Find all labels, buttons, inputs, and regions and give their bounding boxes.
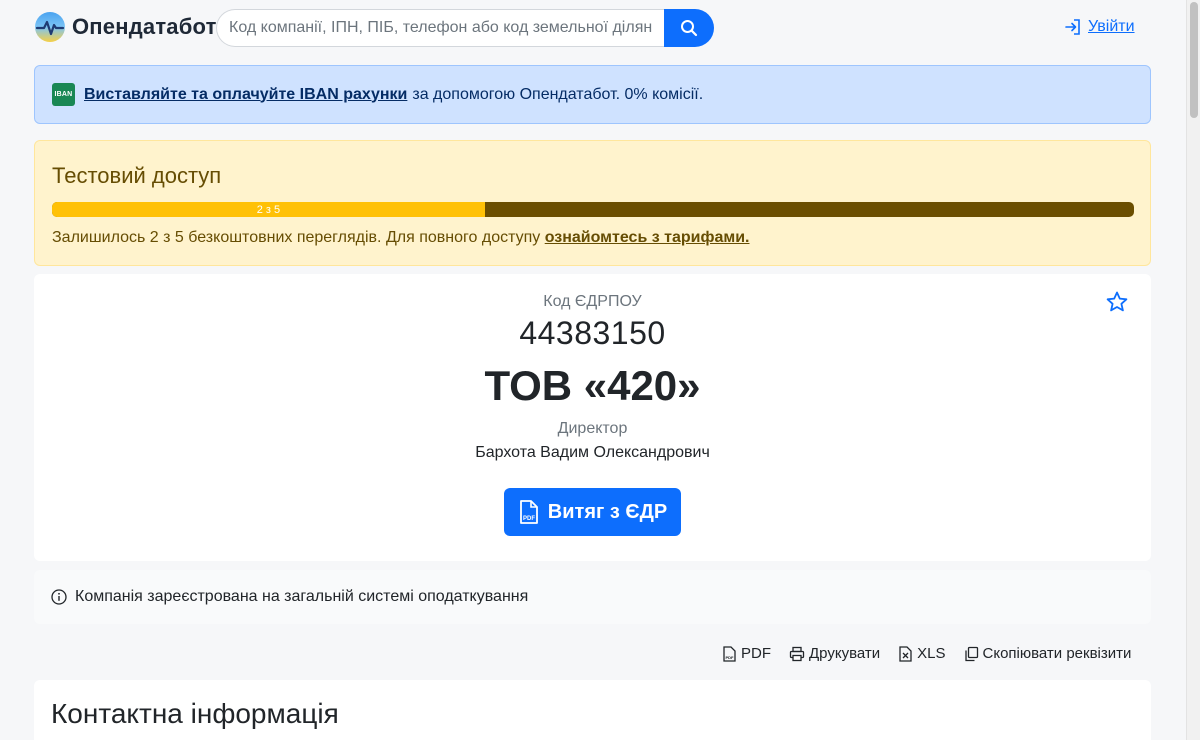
header: Опендатабот Увійти [0,0,1186,56]
xls-label: XLS [917,645,946,662]
tax-system-text: Компанія зареєстрована на загальній сист… [75,588,529,605]
trial-text: Залишилось 2 з 5 безкоштовних переглядів… [52,229,749,247]
copy-requisites-button[interactable]: Скопіювати реквізити [964,645,1132,662]
xls-download-button[interactable]: XLS [898,645,946,662]
trial-progress-fill: 2 з 5 [52,202,485,217]
login-label: Увійти [1088,18,1135,35]
info-icon [51,589,67,605]
scrollbar-thumb[interactable] [1190,2,1198,118]
pdf-icon-text: PDF [523,516,535,522]
logo[interactable]: Опендатабот [34,11,217,43]
pdf-label: PDF [741,645,771,662]
edrpou-code: 44383150 [519,315,666,351]
pdf-icon-text: PDF [726,655,735,660]
search-icon [681,20,698,37]
login-icon [1065,19,1080,35]
search-bar [216,9,714,47]
trial-progress-label: 2 з 5 [256,203,281,216]
director-name: Бархота Вадим Олександрович [475,444,710,461]
company-card: Код ЄДРПОУ 44383150 ТОВ «420» Директор Б… [34,274,1151,561]
tariffs-link[interactable]: ознайомтесь з тарифами. [545,229,750,246]
print-button[interactable]: Друкувати [789,645,880,662]
login-link[interactable]: Увійти [1064,18,1135,36]
pdf-file-icon: PDF [519,500,538,524]
pdf-download-button[interactable]: PDF PDF [722,645,771,662]
iban-text: за допомогою Опендатабот. 0% комісії. [412,85,704,103]
trial-access-panel: Тестовий доступ 2 з 5 Залишилось 2 з 5 б… [34,140,1151,266]
edr-extract-button[interactable]: PDF Витяг з ЄДР [504,488,681,536]
trial-progress-bar: 2 з 5 [52,202,1134,217]
trial-remaining-text: Залишилось 2 з 5 безкоштовних переглядів… [52,229,545,246]
iban-banner: IBAN Виставляйте та оплачуйте IBAN рахун… [34,65,1151,124]
iban-badge-icon: IBAN [52,83,75,106]
copy-icon [964,646,978,661]
trial-title: Тестовий доступ [52,163,222,188]
pdf-icon: PDF [723,645,736,662]
print-label: Друкувати [809,645,881,662]
xls-file-icon [899,645,912,662]
logo-icon [35,12,65,42]
logo-text: Опендатабот [72,14,217,39]
copy-label: Скопіювати реквізити [982,645,1132,662]
printer-icon [789,646,805,661]
director-label: Директор [557,420,628,437]
actions-toolbar: PDF PDF Друкувати XLS Скопіювати реквізи… [722,645,1131,662]
search-input[interactable] [216,9,664,47]
tax-system-note: Компанія зареєстрована на загальній сист… [34,570,1151,624]
iban-link[interactable]: Виставляйте та оплачуйте IBAN рахунки [84,86,407,104]
scrollbar[interactable] [1186,0,1200,740]
edrpou-label: Код ЄДРПОУ [543,293,642,310]
search-button[interactable] [664,9,714,47]
company-name: ТОВ «420» [484,362,701,409]
contact-info-section: Контактна інформація [34,680,1151,740]
edr-extract-label: Витяг з ЄДР [547,500,668,523]
contact-info-title: Контактна інформація [51,698,339,729]
